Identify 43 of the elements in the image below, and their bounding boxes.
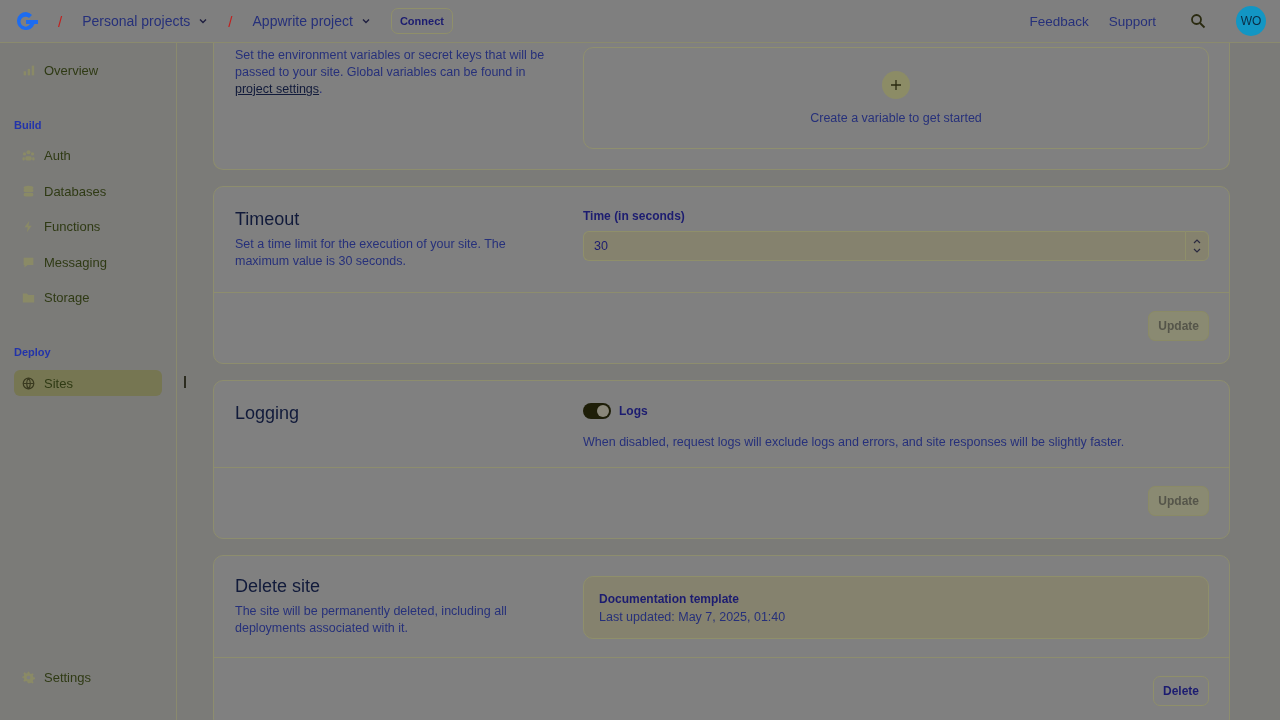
site-last-updated: Last updated: May 7, 2025, 01:40 [599, 610, 787, 624]
empty-state-text: Create a variable to get started [810, 111, 982, 125]
resize-handle[interactable] [184, 375, 186, 388]
breadcrumb-dropdown[interactable]: Appwrite project [252, 13, 371, 29]
toggle-label: Logs [619, 404, 648, 418]
section-description: Set a time limit for the execution of your site. The maximum value is 30 seconds. [235, 236, 507, 270]
connect-button[interactable]: Connect [390, 8, 453, 34]
stepper-control[interactable] [1185, 231, 1209, 261]
header-link[interactable]: Feedback [1029, 13, 1089, 29]
sidebar-item[interactable]: Auth [14, 142, 162, 169]
sidebar-item[interactable]: Functions [14, 213, 162, 240]
variables-description: Set the environment variables or secret keys that will be passed to your site. Global variables can be found in project settings. [235, 47, 546, 98]
sidebar-item[interactable]: Settings [14, 664, 162, 691]
add-variable-button[interactable] [882, 71, 910, 99]
sidebar-item[interactable]: Databases [14, 178, 162, 204]
toggle-switch[interactable] [583, 403, 611, 419]
breadcrumb-separator: / [228, 12, 233, 30]
field-label: Time (in seconds) [583, 209, 686, 223]
sidebar-section-heading: Deploy [14, 346, 52, 358]
section-description: The site will be permanently deleted, including all deployments associated with it. [235, 603, 508, 637]
breadcrumb-dropdown[interactable]: Personal projects [82, 13, 209, 29]
sidebar-item[interactable]: Sites [14, 370, 162, 396]
sidebar-section-heading: Build [14, 118, 43, 131]
section-title: Timeout [235, 209, 301, 230]
user-avatar[interactable]: WO [1236, 6, 1266, 36]
section-title: Logging [235, 403, 301, 424]
sidebar-item[interactable]: Overview [14, 57, 162, 83]
chevron-down-icon [360, 16, 371, 26]
site-name: Documentation template [599, 592, 740, 606]
globe-icon [22, 376, 35, 390]
sidebar-item[interactable]: Messaging [14, 249, 162, 275]
delete-button[interactable]: Delete [1152, 676, 1209, 706]
breadcrumb-separator: / [58, 12, 63, 30]
plus-icon [890, 79, 902, 91]
chevron-down-icon [198, 16, 209, 26]
logging-note: When disabled, request logs will exclude logs and errors, and site responses will be slightly faster. [583, 435, 1126, 449]
settings-icon [22, 671, 35, 684]
stepper-arrows-icon [1193, 238, 1201, 254]
number-input-field[interactable]: 30 [583, 231, 1185, 261]
section-title: Delete site [235, 576, 322, 597]
sidebar-item[interactable]: Storage [14, 284, 162, 311]
search-icon[interactable] [1190, 13, 1206, 29]
header-link[interactable]: Support [1108, 13, 1156, 29]
